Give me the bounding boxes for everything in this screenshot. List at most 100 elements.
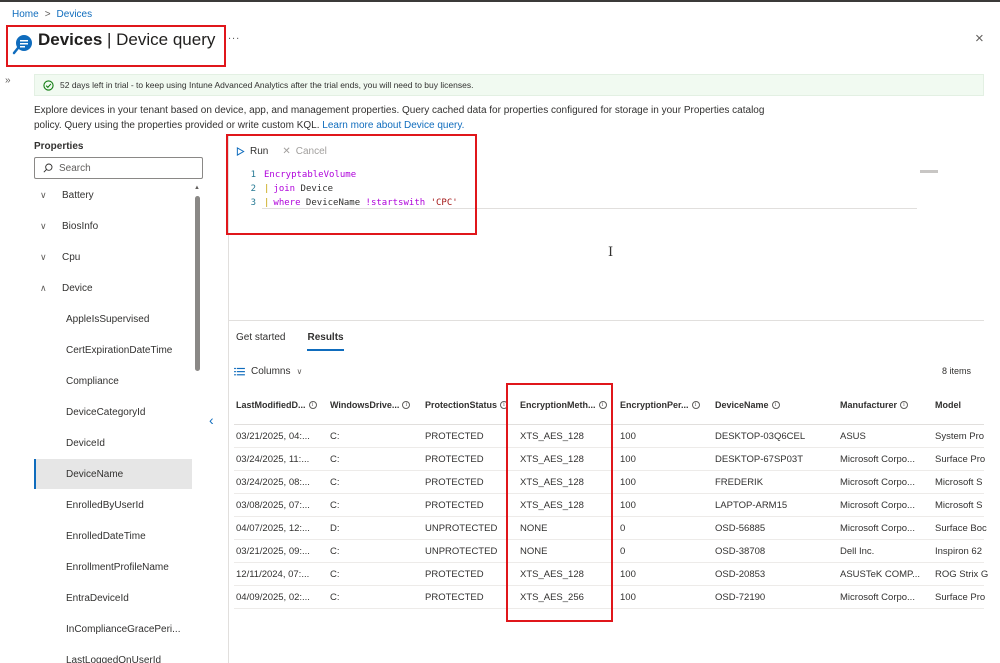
info-icon: i <box>402 401 411 409</box>
tree-node-device[interactable]: ∧ Device <box>34 273 192 303</box>
table-cell: 100 <box>620 477 636 488</box>
close-button[interactable]: × <box>975 30 984 47</box>
tree-leaf-appleissupervised[interactable]: AppleIsSupervised <box>34 304 192 334</box>
table-cell: D: <box>330 523 340 534</box>
breadcrumb-separator: > <box>44 9 51 20</box>
chevron-up-icon: ∧ <box>40 282 47 293</box>
tree-leaf-enrolleddatetime[interactable]: EnrolledDateTime <box>34 521 192 551</box>
table-cell: Surface Boc <box>935 523 987 534</box>
info-icon: i <box>691 401 700 409</box>
tree-leaf-devicename[interactable]: DeviceName <box>34 459 192 489</box>
tree-leaf-label: EnrollmentProfileName <box>66 561 169 573</box>
tree-leaf-label: InComplianceGracePeri... <box>66 623 181 635</box>
table-cell: C: <box>330 500 340 511</box>
table-cell: Surface Pro <box>935 592 986 603</box>
tree-leaf-label: AppleIsSupervised <box>66 313 150 325</box>
table-cell: ASUS <box>840 431 866 442</box>
query-highlight-box <box>226 134 477 235</box>
tree-leaf-label: EnrolledByUserId <box>66 499 144 511</box>
table-cell: Surface Pro <box>935 454 986 465</box>
tree-leaf-label: CertExpirationDateTime <box>66 344 173 356</box>
column-header-label: LastModifiedD... <box>236 400 306 410</box>
collapse-panel-icon[interactable]: ‹ <box>209 412 214 428</box>
column-header[interactable]: LastModifiedD... i <box>236 400 317 410</box>
chevron-down-icon: ∨ <box>296 367 303 376</box>
table-cell: 03/08/2025, 07:... <box>236 500 310 511</box>
table-cell: System Pro <box>935 431 985 442</box>
tree-leaf-deviceid[interactable]: DeviceId <box>34 428 192 458</box>
column-header[interactable]: Manufacturer i <box>840 400 909 410</box>
breadcrumb-home[interactable]: Home <box>12 9 39 20</box>
tree-leaf-compliance[interactable]: Compliance <box>34 366 192 396</box>
info-icon: i <box>771 401 780 409</box>
check-circle-icon <box>43 79 54 91</box>
tree-leaf-label: DeviceName <box>66 468 124 480</box>
table-cell: C: <box>330 569 340 580</box>
window-top-border <box>0 0 1000 2</box>
column-header[interactable]: ProtectionStatus i <box>425 400 509 410</box>
tab-results[interactable]: Results <box>307 332 344 351</box>
table-cell: OSD-20853 <box>715 569 766 580</box>
breadcrumb: Home > Devices <box>12 9 92 20</box>
column-header-label: Model <box>935 400 961 410</box>
table-cell: 03/24/2025, 08:... <box>236 477 310 488</box>
results-count: 8 items <box>942 366 972 376</box>
info-icon: i <box>900 401 909 409</box>
tree-leaf-enrolledbyuserid[interactable]: EnrolledByUserId <box>34 490 192 520</box>
table-cell: 100 <box>620 500 636 511</box>
table-cell: Dell Inc. <box>840 546 875 557</box>
scroll-up-icon[interactable]: ▲ <box>194 185 200 191</box>
search-placeholder: Search <box>59 162 91 174</box>
table-cell: 0 <box>620 546 626 557</box>
column-header-label: WindowsDrive... <box>330 400 400 410</box>
table-cell: C: <box>330 546 340 557</box>
tree-node-biosinfo[interactable]: ∨ BiosInfo <box>34 211 192 241</box>
tree-node-label: BiosInfo <box>62 220 99 232</box>
columns-button[interactable]: Columns ∨ <box>234 366 302 377</box>
tree-leaf-devicecategoryid[interactable]: DeviceCategoryId <box>34 397 192 427</box>
learn-more-link[interactable]: Learn more about Device query. <box>322 120 464 131</box>
columns-label: Columns <box>251 366 291 377</box>
table-cell: PROTECTED <box>425 477 484 488</box>
encryption-column-highlight-box <box>506 383 613 622</box>
expand-nav-icon[interactable]: » <box>5 75 11 86</box>
tree-leaf-incompliancegraceperiod[interactable]: InComplianceGracePeri... <box>34 614 192 644</box>
properties-scrollbar[interactable] <box>195 196 200 371</box>
tree-node-cpu[interactable]: ∨ Cpu <box>34 242 192 272</box>
breadcrumb-devices[interactable]: Devices <box>57 9 93 20</box>
table-cell: Microsoft S <box>935 477 983 488</box>
tree-leaf-label: EnrolledDateTime <box>66 530 146 542</box>
column-header-label: DeviceName <box>715 400 769 410</box>
more-options-button[interactable]: ... <box>228 30 240 42</box>
column-header-label: ProtectionStatus <box>425 400 498 410</box>
table-cell: PROTECTED <box>425 592 484 603</box>
tree-leaf-entradeviceid[interactable]: EntraDeviceId <box>34 583 192 613</box>
table-cell: 100 <box>620 569 636 580</box>
chevron-down-icon: ∨ <box>40 220 47 231</box>
table-cell: FREDERIK <box>715 477 764 488</box>
table-cell: PROTECTED <box>425 569 484 580</box>
tree-node-battery[interactable]: ∨ Battery <box>34 180 192 210</box>
table-cell: Microsoft Corpo... <box>840 523 915 534</box>
tab-get-started[interactable]: Get started <box>236 332 285 351</box>
tree-leaf-enrollmentprofilename[interactable]: EnrollmentProfileName <box>34 552 192 582</box>
chevron-down-icon: ∨ <box>40 251 47 262</box>
table-cell: DESKTOP-67SP03T <box>715 454 804 465</box>
tree-leaf-lastloggedonuserid[interactable]: LastLoggedOnUserId <box>34 645 192 663</box>
table-cell: C: <box>330 592 340 603</box>
table-cell: C: <box>330 477 340 488</box>
chevron-down-icon: ∨ <box>40 189 47 200</box>
column-header[interactable]: Model <box>935 400 961 410</box>
tree-node-label: Battery <box>62 189 94 201</box>
table-cell: Microsoft Corpo... <box>840 477 915 488</box>
table-cell: ASUSTeK COMP... <box>840 569 921 580</box>
column-header[interactable]: WindowsDrive... i <box>330 400 411 410</box>
column-header[interactable]: DeviceName i <box>715 400 780 410</box>
page-description: Explore devices in your tenant based on … <box>34 103 774 133</box>
table-cell: PROTECTED <box>425 500 484 511</box>
table-cell: ROG Strix G <box>935 569 989 580</box>
tree-leaf-certexpirationdatetime[interactable]: CertExpirationDateTime <box>34 335 192 365</box>
properties-search-input[interactable]: Search <box>34 157 203 179</box>
column-header[interactable]: EncryptionPer... i <box>620 400 700 410</box>
info-icon: i <box>308 401 317 409</box>
